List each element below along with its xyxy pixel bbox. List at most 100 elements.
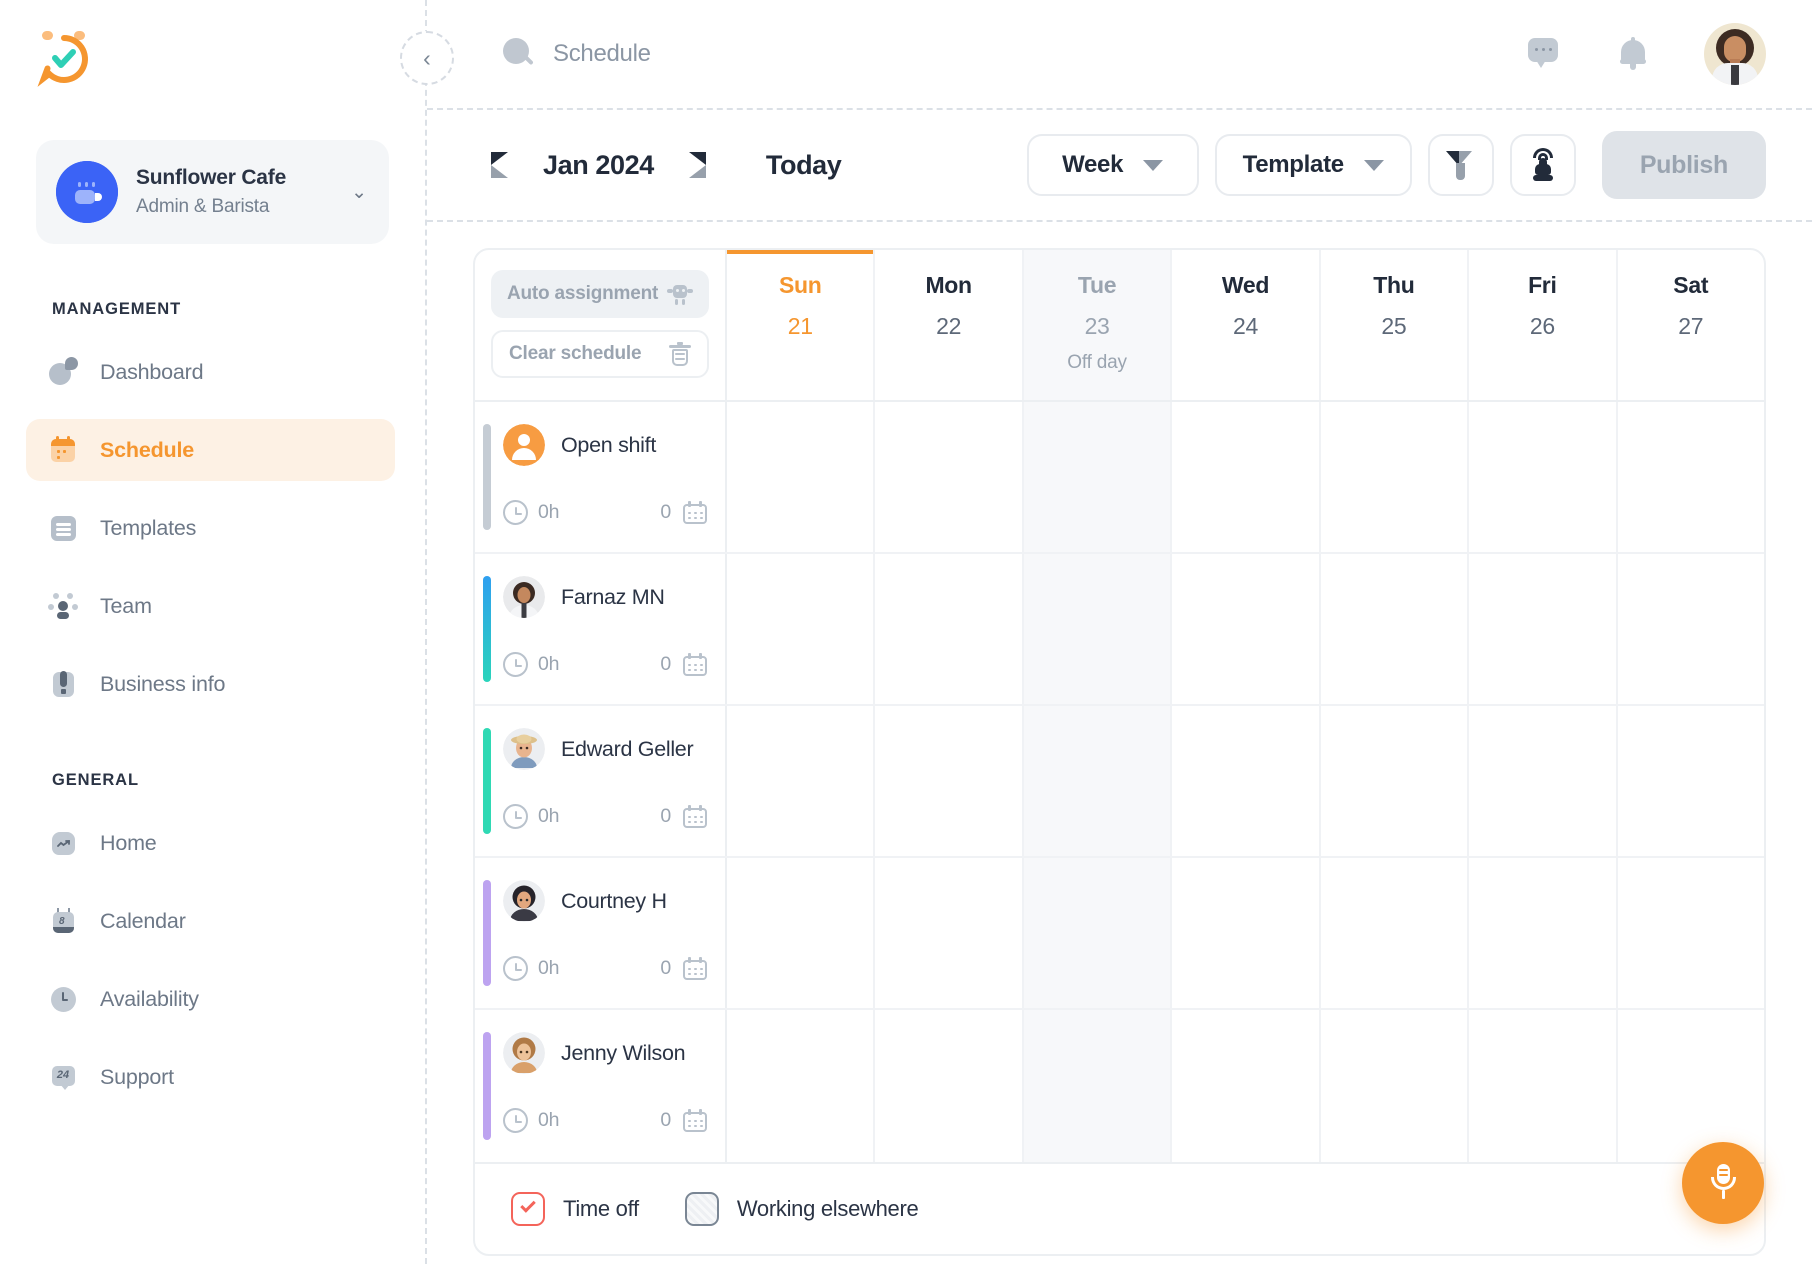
filter-button[interactable]	[1428, 134, 1494, 196]
shift-cell[interactable]	[1172, 858, 1320, 1008]
prev-month-button[interactable]	[473, 139, 525, 191]
day-header-mon[interactable]: Mon22	[875, 250, 1023, 400]
day-header-thu[interactable]: Thu25	[1321, 250, 1469, 400]
chevron-down-icon	[1143, 160, 1163, 171]
shift-cell[interactable]	[875, 706, 1023, 856]
day-header-wed[interactable]: Wed24	[1172, 250, 1320, 400]
shift-cell[interactable]	[1321, 1010, 1469, 1162]
employee-cell[interactable]: Jenny Wilson0h0	[475, 1010, 727, 1162]
support-24-icon: 24	[48, 1062, 78, 1092]
search-placeholder: Schedule	[553, 40, 651, 68]
sidebar-item-business-info[interactable]: Business info	[26, 653, 395, 715]
shift-cell[interactable]	[1321, 402, 1469, 552]
shift-cell[interactable]	[1469, 554, 1617, 704]
shift-cell[interactable]	[727, 706, 875, 856]
shift-cell[interactable]	[1469, 706, 1617, 856]
shift-cell[interactable]	[1469, 402, 1617, 552]
day-number: 23	[1085, 313, 1110, 340]
calendar-orange-icon	[48, 435, 78, 465]
employee-accent-bar	[483, 728, 491, 834]
next-month-button[interactable]	[672, 139, 724, 191]
sidebar-item-schedule[interactable]: Schedule	[26, 419, 395, 481]
notification-bell-icon[interactable]	[1618, 37, 1648, 71]
sidebar-item-team[interactable]: Team	[26, 575, 395, 637]
legend-time-off[interactable]: Time off	[511, 1192, 639, 1226]
shift-cell[interactable]	[1024, 706, 1172, 856]
shift-cell[interactable]	[875, 858, 1023, 1008]
avatar	[503, 880, 545, 922]
shift-cell[interactable]	[1469, 1010, 1617, 1162]
shift-cell[interactable]	[727, 554, 875, 704]
shift-cell[interactable]	[875, 554, 1023, 704]
org-switcher[interactable]: Sunflower Cafe Admin & Barista ⌄	[36, 140, 389, 244]
shift-cell[interactable]	[1024, 858, 1172, 1008]
chevron-left-icon[interactable]: ‹	[400, 31, 454, 85]
template-select[interactable]: Template	[1215, 134, 1412, 196]
day-header-sat[interactable]: Sat27	[1618, 250, 1764, 400]
employee-cell[interactable]: Open shift0h0	[475, 402, 727, 552]
day-number: 21	[788, 313, 813, 340]
view-select-label: Week	[1062, 151, 1123, 179]
employee-rows: Open shift0h0Farnaz MN0h0Edward Geller0h…	[475, 402, 1764, 1162]
shift-cell[interactable]	[727, 402, 875, 552]
shift-cell[interactable]	[1024, 402, 1172, 552]
sidebar-item-home[interactable]: Home	[26, 812, 395, 874]
shift-cell[interactable]	[1172, 554, 1320, 704]
employee-cell[interactable]: Farnaz MN0h0	[475, 554, 727, 704]
shift-cell[interactable]	[1321, 706, 1469, 856]
sidebar-item-availability[interactable]: Availability	[26, 968, 395, 1030]
alarm-check-logo[interactable]	[34, 28, 94, 88]
sidebar-item-label: Team	[100, 594, 152, 619]
day-name: Fri	[1528, 272, 1557, 299]
shift-cell[interactable]	[1172, 402, 1320, 552]
day-name: Wed	[1222, 272, 1269, 299]
broadcast-button[interactable]	[1510, 134, 1576, 196]
day-name: Sat	[1673, 272, 1708, 299]
current-month-label: Jan 2024	[525, 150, 672, 181]
sidebar-item-calendar[interactable]: 8 Calendar	[26, 890, 395, 952]
shift-cell[interactable]	[1172, 1010, 1320, 1162]
employee-shift-count: 0	[660, 957, 671, 980]
auto-assignment-button[interactable]: Auto assignment	[491, 270, 709, 318]
view-select-week[interactable]: Week	[1027, 134, 1199, 196]
sidebar-item-label: Availability	[100, 987, 199, 1012]
shift-cell[interactable]	[1024, 554, 1172, 704]
shift-cell[interactable]	[1618, 554, 1764, 704]
shift-cell[interactable]	[727, 858, 875, 1008]
employee-cell[interactable]: Courtney H0h0	[475, 858, 727, 1008]
shift-cell[interactable]	[1321, 554, 1469, 704]
today-button[interactable]: Today	[766, 150, 842, 181]
shift-cell[interactable]	[875, 1010, 1023, 1162]
sidebar-item-label: Calendar	[100, 909, 186, 934]
sidebar-item-label: Dashboard	[100, 360, 203, 385]
shift-cell[interactable]	[1469, 858, 1617, 1008]
legend-working-elsewhere[interactable]: Working elsewhere	[685, 1192, 919, 1226]
clear-schedule-button[interactable]: Clear schedule	[491, 330, 709, 378]
avatar[interactable]	[1704, 23, 1766, 85]
shift-cell[interactable]	[1618, 858, 1764, 1008]
shift-cell[interactable]	[1618, 1010, 1764, 1162]
sidebar-item-dashboard[interactable]: Dashboard	[26, 341, 395, 403]
shift-cell[interactable]	[1618, 402, 1764, 552]
clock-icon	[48, 984, 78, 1014]
shift-cell[interactable]	[875, 402, 1023, 552]
chat-bubble-icon[interactable]	[1528, 38, 1562, 70]
publish-button[interactable]: Publish	[1602, 131, 1766, 199]
day-header-fri[interactable]: Fri26	[1469, 250, 1617, 400]
day-header-tue[interactable]: Tue23Off day	[1024, 250, 1172, 400]
search-input[interactable]: Schedule	[503, 38, 651, 70]
shift-cell[interactable]	[1024, 1010, 1172, 1162]
shift-cell[interactable]	[1172, 706, 1320, 856]
employee-cell[interactable]: Edward Geller0h0	[475, 706, 727, 856]
sidebar-item-templates[interactable]: Templates	[26, 497, 395, 559]
day-header-sun[interactable]: Sun21	[727, 250, 875, 400]
shift-cell[interactable]	[727, 1010, 875, 1162]
chevron-down-icon[interactable]: ⌄	[351, 181, 371, 204]
voice-assistant-button[interactable]	[1682, 1142, 1764, 1224]
sidebar-item-support[interactable]: 24 Support	[26, 1046, 395, 1108]
sidebar-item-label: Templates	[100, 516, 196, 541]
clear-schedule-label: Clear schedule	[509, 343, 641, 365]
shift-cell[interactable]	[1321, 858, 1469, 1008]
employee-hours: 0h	[538, 653, 559, 676]
shift-cell[interactable]	[1618, 706, 1764, 856]
